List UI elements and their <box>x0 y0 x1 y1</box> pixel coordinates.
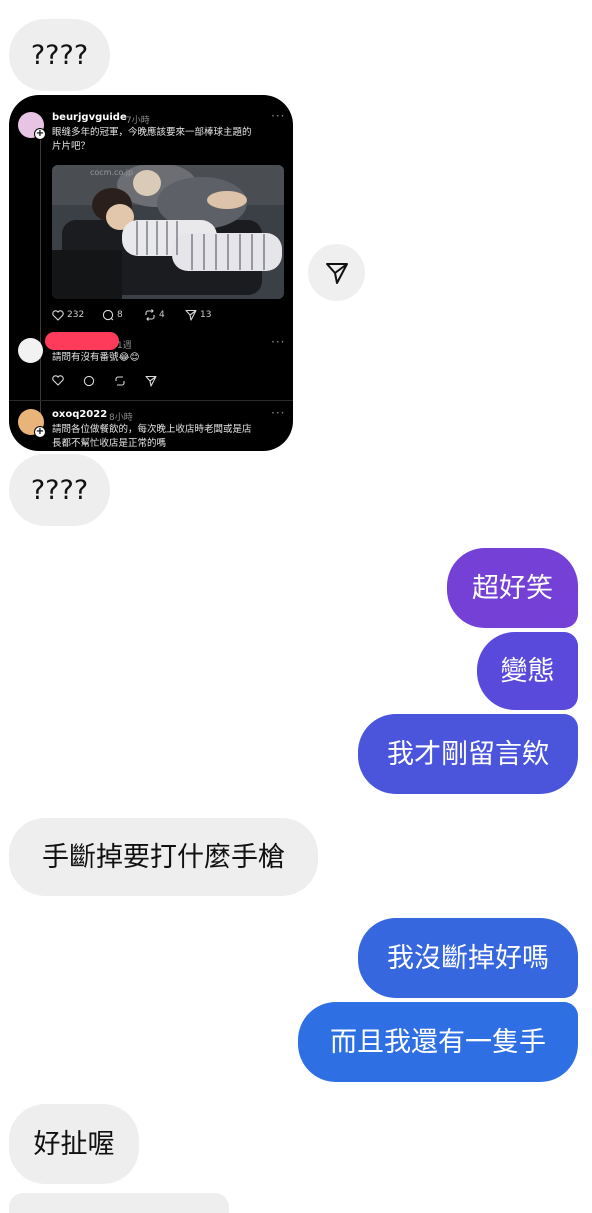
heart-icon[interactable] <box>52 375 64 386</box>
next-author: oxoq2022 <box>52 409 108 420</box>
redacted-username <box>45 332 119 350</box>
follow-plus-icon[interactable]: + <box>34 426 46 438</box>
reply-more-dots-icon[interactable]: ··· <box>271 335 285 349</box>
more-dots-icon[interactable]: ··· <box>271 109 285 123</box>
next-time: 8小時 <box>109 413 133 423</box>
message-bubble-sent[interactable]: 我才剛留言欸 <box>358 714 578 794</box>
message-bubble-received[interactable]: 好扯喔 <box>9 1104 139 1184</box>
post-time: 7小時 <box>126 116 150 126</box>
reply-text-content: 請問有沒有番號 <box>52 352 119 363</box>
share-icon[interactable] <box>145 375 157 387</box>
thread-line <box>40 139 41 424</box>
post-image[interactable]: cocm.co.jp <box>52 165 284 299</box>
repost-icon[interactable] <box>144 309 156 321</box>
message-bubble-sent[interactable]: 變態 <box>477 632 578 710</box>
paper-plane-icon <box>325 262 348 284</box>
message-text: 手斷掉要打什麼手槍 <box>42 841 285 873</box>
post-author: beurjgvguide <box>52 112 127 123</box>
message-bubble-received[interactable]: 手斷掉要打什麼手槍 <box>9 818 318 896</box>
message-text: 而且我還有一隻手 <box>330 1026 546 1058</box>
reply-time: 1週 <box>117 341 132 351</box>
share-button[interactable] <box>308 244 365 301</box>
share-icon[interactable] <box>185 309 197 321</box>
post-caption-line2: 片片吧？ <box>52 141 91 152</box>
next-text-line2: 長都不幫忙收店是正常的嗎 <box>52 438 167 449</box>
comment-icon[interactable] <box>102 309 114 321</box>
message-bubble-sent[interactable]: 而且我還有一隻手 <box>298 1002 578 1082</box>
action-row: 232 8 4 13 <box>52 309 252 323</box>
message-bubble-received[interactable]: ???? <box>9 454 110 526</box>
repost-icon[interactable] <box>114 375 126 387</box>
share-count: 13 <box>200 310 212 320</box>
message-bubble-sent[interactable]: 我沒斷掉好嗎 <box>358 918 578 998</box>
image-watermark: cocm.co.jp <box>90 168 134 177</box>
message-bubble-partial <box>9 1193 229 1213</box>
reply-emoji: 😂😊 <box>118 352 140 363</box>
divider <box>9 400 293 401</box>
heart-icon[interactable] <box>52 310 64 321</box>
post-image-illustration <box>52 165 284 299</box>
message-text: 好扯喔 <box>33 1128 115 1160</box>
message-bubble-sent[interactable]: 超好笑 <box>447 548 578 628</box>
message-text: 我才剛留言欸 <box>387 738 549 770</box>
next-text-line1: 請問各位做餐飲的，每次晚上收店時老闆或是店 <box>52 424 252 435</box>
follow-plus-icon[interactable]: + <box>34 128 46 140</box>
message-text: ???? <box>30 39 89 71</box>
reply-avatar <box>18 338 43 363</box>
shared-post-card[interactable]: + beurjgvguide 7小時 ··· 眼缝多年的冠軍，今晚應該要來一部棒… <box>9 95 293 451</box>
message-bubble-received[interactable]: ???? <box>9 19 110 91</box>
comment-icon[interactable] <box>83 375 95 387</box>
message-text: 變態 <box>500 655 555 687</box>
comment-count: 8 <box>117 310 123 320</box>
message-text: 超好笑 <box>472 572 553 604</box>
like-count: 232 <box>67 310 85 320</box>
next-more-dots-icon[interactable]: ··· <box>271 406 285 420</box>
repost-count: 4 <box>159 310 165 320</box>
post-caption-line1: 眼缝多年的冠軍，今晚應該要來一部棒球主題的 <box>52 127 252 138</box>
reply-text: 請問有沒有番號😂😊 <box>52 351 140 365</box>
message-text: ???? <box>30 474 89 506</box>
reply-action-row <box>52 375 172 387</box>
message-text: 我沒斷掉好嗎 <box>387 942 549 974</box>
